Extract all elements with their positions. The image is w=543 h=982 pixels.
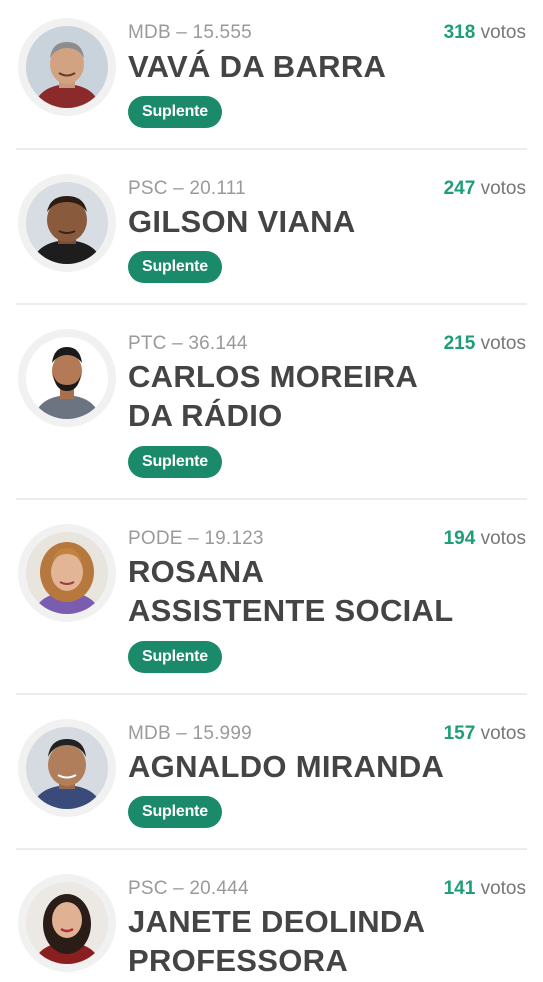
vote-count: 194 votos [444,528,526,550]
candidate-name[interactable]: JANETE DEOLINDA PROFESSORA [128,902,448,980]
man-gray-hair-icon [26,26,108,108]
avatar [18,174,116,272]
status-badge: Suplente [128,96,222,128]
avatar [18,18,116,116]
avatar [18,524,116,622]
candidate-card[interactable]: PSC – 20.444 141 votos JANETE DEOLINDA P… [0,850,543,982]
vote-number: 194 [443,528,476,549]
woman-curly-hair-icon [26,532,108,614]
candidate-name[interactable]: CARLOS MOREIRA DA RÁDIO [128,357,428,435]
man-beard-icon [26,337,108,419]
party-number: PODE – 19.123 [128,528,264,549]
candidate-card[interactable]: MDB – 15.555 318 votos VAVÁ DA BARRA Sup… [0,0,543,150]
candidate-card[interactable]: PTC – 36.144 215 votos CARLOS MOREIRA DA… [0,305,543,500]
candidate-card[interactable]: MDB – 15.999 157 votos AGNALDO MIRANDA S… [0,695,543,850]
vote-number: 247 [443,178,476,199]
status-badge: Suplente [128,641,222,673]
vote-unit: votos [480,333,526,354]
candidate-card[interactable]: PSC – 20.111 247 votos GILSON VIANA Supl… [0,150,543,305]
status-badge: Suplente [128,796,222,828]
vote-unit: votos [480,723,526,744]
status-badge: Suplente [128,446,222,478]
candidate-name[interactable]: ROSANA ASSISTENTE SOCIAL [128,552,468,630]
vote-unit: votos [480,878,526,899]
party-number: PSC – 20.111 [128,178,246,199]
party-number: PSC – 20.444 [128,878,249,899]
vote-number: 141 [443,878,476,899]
vote-number: 215 [443,333,476,354]
vote-count: 141 votos [444,878,526,900]
woman-dark-hair-icon [26,882,108,964]
vote-unit: votos [480,178,526,199]
vote-number: 157 [443,723,476,744]
avatar [18,874,116,972]
vote-number: 318 [443,22,476,43]
vote-unit: votos [480,22,526,43]
party-number: PTC – 36.144 [128,333,248,354]
party-number: MDB – 15.999 [128,723,252,744]
candidate-name[interactable]: GILSON VIANA [128,202,488,241]
candidate-name[interactable]: VAVÁ DA BARRA [128,47,488,86]
candidate-card[interactable]: PODE – 19.123 194 votos ROSANA ASSISTENT… [0,500,543,695]
vote-unit: votos [480,528,526,549]
vote-count: 157 votos [444,723,526,745]
status-badge: Suplente [128,251,222,283]
man-bald-icon [26,182,108,264]
vote-count: 318 votos [444,22,526,44]
avatar [18,719,116,817]
vote-count: 215 votos [444,333,526,355]
party-number: MDB – 15.555 [128,22,252,43]
man-dark-hair-icon [26,727,108,809]
vote-count: 247 votos [444,178,526,200]
candidate-name[interactable]: AGNALDO MIRANDA [128,747,488,786]
avatar [18,329,116,427]
